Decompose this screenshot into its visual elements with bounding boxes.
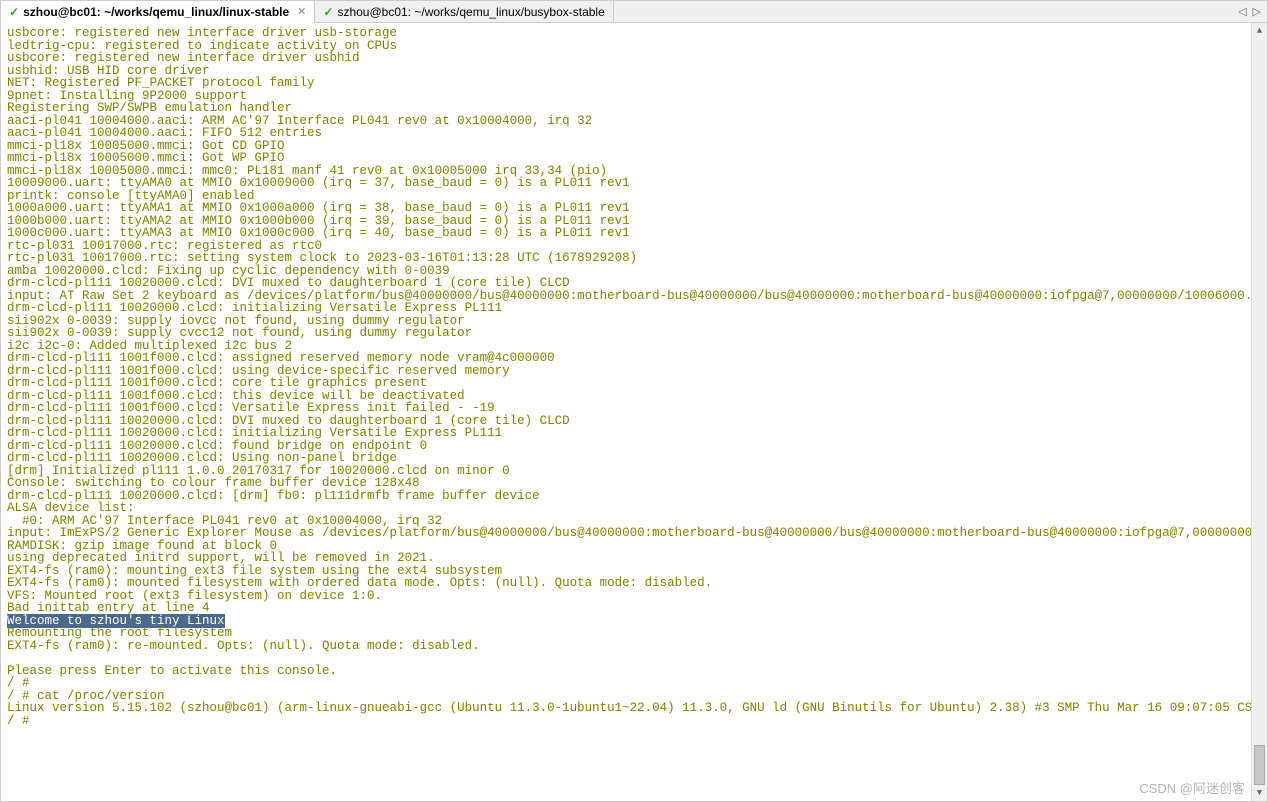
tab-title: szhou@bc01: ~/works/qemu_linux/busybox-s… <box>337 5 604 19</box>
tab-busybox-stable[interactable]: ✓ szhou@bc01: ~/works/qemu_linux/busybox… <box>315 1 613 22</box>
tab-linux-stable[interactable]: ✓ szhou@bc01: ~/works/qemu_linux/linux-s… <box>1 1 315 23</box>
tab-nav: ◁ ▷ <box>1232 1 1267 22</box>
tab-prev-icon[interactable]: ◁ <box>1238 5 1246 18</box>
scrollbar[interactable]: ▲ ▼ <box>1251 23 1267 801</box>
check-icon: ✓ <box>323 5 333 19</box>
tab-title: szhou@bc01: ~/works/qemu_linux/linux-sta… <box>23 5 289 19</box>
tab-bar: ✓ szhou@bc01: ~/works/qemu_linux/linux-s… <box>1 1 1267 23</box>
scroll-up-icon[interactable]: ▲ <box>1252 23 1267 39</box>
tab-next-icon[interactable]: ▷ <box>1253 5 1261 18</box>
close-icon[interactable]: ✕ <box>297 5 306 18</box>
scroll-down-icon[interactable]: ▼ <box>1252 785 1267 801</box>
terminal-output[interactable]: usbcore: registered new interface driver… <box>1 23 1251 801</box>
check-icon: ✓ <box>9 5 19 19</box>
scroll-thumb[interactable] <box>1254 745 1265 785</box>
